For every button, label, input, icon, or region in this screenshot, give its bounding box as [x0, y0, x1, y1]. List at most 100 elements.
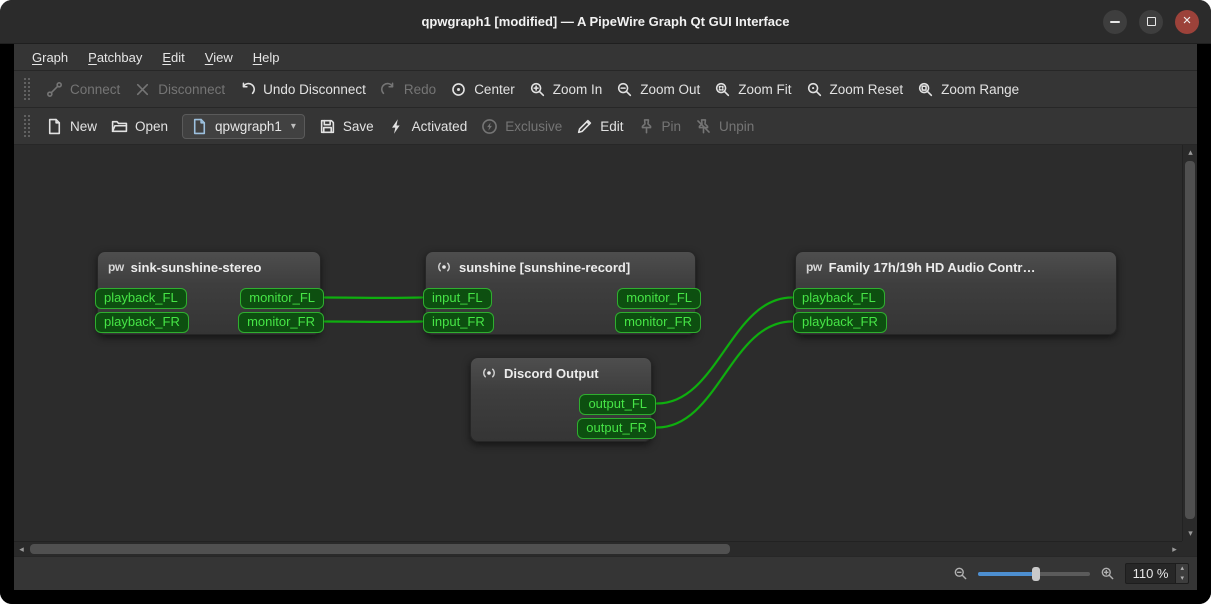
zoom-spinbox[interactable]: 110 % ▴ ▾: [1124, 563, 1189, 584]
edit-button[interactable]: Edit: [576, 118, 624, 135]
close-button[interactable]: ×: [1175, 9, 1199, 34]
node-sink-sunshine-stereo[interactable]: pw sink-sunshine-stereo playback_FL play…: [95, 251, 324, 335]
zoom-out-icon: [618, 82, 632, 96]
activated-button[interactable]: Activated: [388, 118, 467, 135]
scrollbar-corner: [1182, 541, 1197, 556]
port-monitor-fl[interactable]: monitor_FL: [617, 288, 701, 309]
menu-graph[interactable]: Graph: [22, 44, 78, 70]
window-title: qpwgraph1 [modified] — A PipeWire Graph …: [421, 14, 790, 29]
save-icon: [320, 119, 335, 133]
pin-button: Pin: [638, 118, 681, 135]
port-monitor-fr[interactable]: monitor_FR: [615, 312, 701, 333]
connection-output-fr-playback-fr[interactable]: [655, 320, 794, 429]
exclusive-bolt-icon: [482, 118, 498, 134]
menu-patchbay[interactable]: Patchbay: [78, 44, 152, 70]
minimize-button[interactable]: [1103, 9, 1127, 34]
spin-down-icon[interactable]: ▾: [1176, 574, 1188, 584]
port-playback-fl[interactable]: playback_FL: [95, 288, 187, 309]
zoom-reset-icon: [807, 82, 821, 96]
record-icon: [438, 262, 450, 272]
node-sunshine-record[interactable]: sunshine [sunshine-record] input_FL inpu…: [423, 251, 701, 335]
scroll-down-arrow-icon[interactable]: ▾: [1183, 526, 1198, 541]
zoom-slider-fill: [977, 571, 1036, 576]
pipewire-icon: pw: [108, 260, 124, 274]
zoom-in-button[interactable]: Zoom In: [529, 81, 602, 98]
center-icon: [452, 82, 466, 96]
node-title: Discord Output: [504, 365, 599, 381]
content-area: pw sink-sunshine-stereo playback_FL play…: [14, 145, 1197, 556]
window-frame: Graph Patchbay Edit View Help Connect Di…: [0, 44, 1211, 604]
horizontal-scrollbar[interactable]: ◂ ▸: [14, 541, 1182, 556]
scroll-left-arrow-icon[interactable]: ◂: [14, 542, 29, 557]
new-file-icon: [48, 118, 61, 134]
menu-edit[interactable]: Edit: [152, 44, 194, 70]
port-output-fr[interactable]: output_FR: [577, 418, 656, 439]
unpin-button: Unpin: [695, 118, 754, 135]
port-input-fr[interactable]: input_FR: [423, 312, 494, 333]
zoom-out-icon[interactable]: [953, 566, 968, 581]
disconnect-button: Disconnect: [134, 81, 225, 98]
window-controls: ×: [1103, 0, 1199, 43]
close-icon: ×: [1182, 12, 1192, 29]
port-monitor-fl[interactable]: monitor_FL: [240, 288, 324, 309]
menu-help[interactable]: Help: [243, 44, 290, 70]
port-playback-fr[interactable]: playback_FR: [793, 312, 887, 333]
edit-pencil-icon: [578, 119, 592, 133]
new-button[interactable]: New: [46, 118, 97, 135]
port-playback-fr[interactable]: playback_FR: [95, 312, 189, 333]
port-output-fl[interactable]: output_FL: [579, 394, 656, 415]
activated-bolt-icon: [391, 118, 400, 134]
port-playback-fl[interactable]: playback_FL: [793, 288, 885, 309]
undo-icon: [242, 82, 256, 94]
pipewire-icon: pw: [806, 260, 822, 274]
node-family-hd-audio[interactable]: pw Family 17h/19h HD Audio Contr… playba…: [793, 251, 1117, 335]
maximize-icon: [1146, 17, 1156, 26]
patchbay-file-icon: [193, 118, 206, 134]
pin-icon: [641, 118, 651, 133]
scroll-right-arrow-icon[interactable]: ▸: [1167, 542, 1182, 557]
zoom-slider[interactable]: [977, 566, 1090, 582]
patchbay-select[interactable]: qpwgraph1 ▾: [182, 113, 305, 139]
zoom-range-button[interactable]: Zoom Range: [917, 81, 1019, 98]
zoom-in-icon[interactable]: [1100, 566, 1115, 581]
zoom-fit-icon: [716, 82, 730, 96]
zoom-range-icon: [918, 82, 933, 96]
chevron-down-icon: ▾: [290, 120, 296, 132]
node-title: sunshine [sunshine-record]: [459, 259, 631, 275]
redo-icon: [380, 82, 394, 94]
unpin-icon: [697, 118, 710, 133]
open-button[interactable]: Open: [111, 118, 168, 135]
horizontal-scrollbar-thumb[interactable]: [30, 544, 730, 554]
graph-toolbar: Connect Disconnect Undo Disconnect Redo …: [14, 71, 1197, 108]
scroll-up-arrow-icon[interactable]: ▴: [1183, 145, 1198, 160]
vertical-scrollbar-thumb[interactable]: [1185, 161, 1195, 519]
node-discord-output[interactable]: Discord Output output_FL output_FR: [470, 357, 656, 442]
port-monitor-fr[interactable]: monitor_FR: [238, 312, 324, 333]
redo-button: Redo: [380, 81, 436, 98]
node-title: sink-sunshine-stereo: [130, 259, 262, 275]
connect-button: Connect: [46, 81, 120, 98]
maximize-button[interactable]: [1139, 9, 1163, 34]
save-button[interactable]: Save: [319, 118, 374, 135]
zoom-fit-button[interactable]: Zoom Fit: [714, 81, 792, 98]
titlebar[interactable]: qpwgraph1 [modified] — A PipeWire Graph …: [0, 0, 1211, 44]
menu-view[interactable]: View: [195, 44, 243, 70]
toolbar-grip[interactable]: [24, 78, 30, 100]
zoom-out-button[interactable]: Zoom Out: [616, 81, 700, 98]
graph-canvas[interactable]: pw sink-sunshine-stereo playback_FL play…: [14, 145, 1182, 541]
zoom-reset-button[interactable]: Zoom Reset: [806, 81, 903, 98]
toolbar-grip[interactable]: [24, 115, 30, 137]
zoom-slider-handle[interactable]: [1031, 566, 1040, 581]
disconnect-icon: [137, 83, 149, 95]
open-folder-icon: [111, 120, 128, 132]
undo-disconnect-button[interactable]: Undo Disconnect: [239, 81, 366, 98]
port-input-fl[interactable]: input_FL: [423, 288, 492, 309]
node-title: Family 17h/19h HD Audio Contr…: [828, 259, 1036, 275]
zoom-in-icon: [530, 82, 544, 96]
center-button[interactable]: Center: [450, 81, 515, 98]
zoom-value[interactable]: 110 %: [1124, 563, 1177, 584]
vertical-scrollbar[interactable]: ▴ ▾: [1182, 145, 1197, 541]
connect-icon: [47, 81, 62, 97]
minimize-icon: [1110, 20, 1120, 23]
spin-up-icon[interactable]: ▴: [1176, 564, 1188, 574]
